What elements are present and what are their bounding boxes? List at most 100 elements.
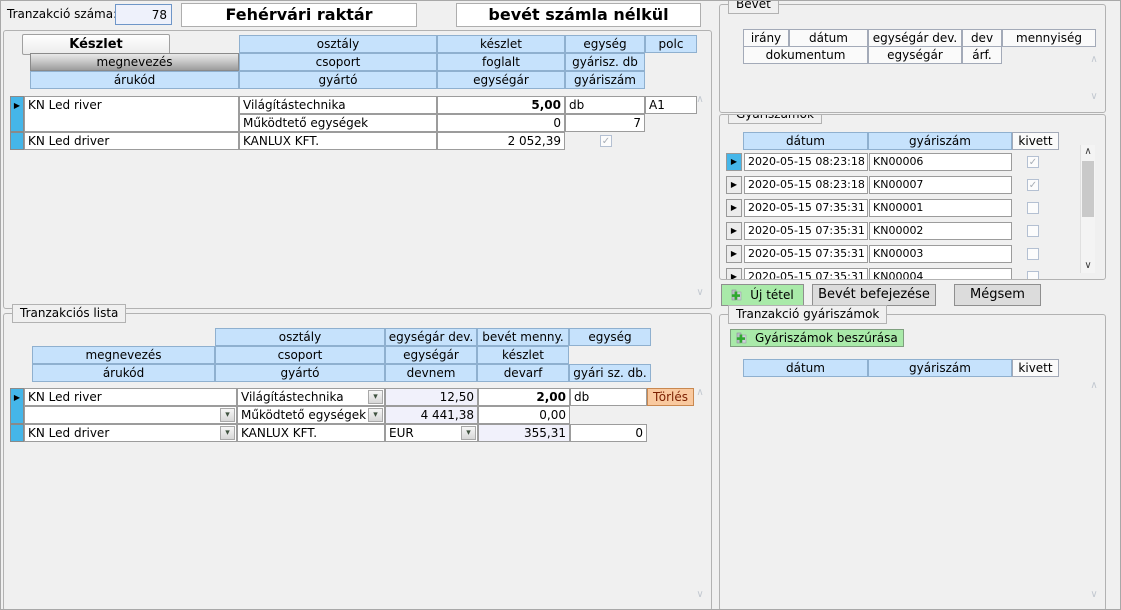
serial-number[interactable]: KN00004 <box>869 268 1012 280</box>
serial-number[interactable]: KN00003 <box>869 245 1012 263</box>
txlist-header-bevet-menny[interactable]: bevét menny. <box>477 328 569 346</box>
txlist-combo-osztaly[interactable]: Világítástechnika ▾ <box>237 388 385 406</box>
cancel-button[interactable]: Mégsem <box>954 284 1041 306</box>
stock-cell-polc[interactable]: A1 <box>645 96 697 114</box>
txlist-cell-keszlet[interactable]: 0,00 <box>478 406 570 424</box>
stock-cell-arukod[interactable]: KN Led driver <box>24 132 239 150</box>
stock-cell-foglalt[interactable]: 0 <box>437 114 565 132</box>
bevet-header-arf[interactable]: árf. <box>962 46 1002 64</box>
bevet-header-dokumentum[interactable]: dokumentum <box>743 46 868 64</box>
txlist-combo-csoport[interactable]: Működtető egységek ▾ <box>237 406 385 424</box>
serials-header-gyariszam[interactable]: gyáriszám <box>868 132 1012 150</box>
txlist-header-devnem[interactable]: devnem <box>385 364 477 382</box>
stock-header-gyarto[interactable]: gyártó <box>239 71 437 89</box>
chevron-down-icon[interactable]: ▾ <box>220 408 235 422</box>
bevet-header-egysegar-dev[interactable]: egységár dev. <box>868 29 962 47</box>
stock-header-egyseg[interactable]: egység <box>565 35 645 53</box>
txlist-combo-devnem[interactable]: EUR ▾ <box>385 424 478 442</box>
txlist-row-marker-2[interactable] <box>10 424 24 442</box>
scroll-down-icon[interactable]: ∨ <box>693 588 707 602</box>
stock-header-gyariszam[interactable]: gyáriszám <box>565 71 645 89</box>
scroll-up-icon[interactable]: ∧ <box>1087 53 1101 67</box>
chevron-down-icon[interactable]: ▾ <box>368 390 383 404</box>
stock-header-osztaly[interactable]: osztály <box>239 35 437 53</box>
txlist-cell-megnevezes[interactable]: KN Led river <box>24 388 237 406</box>
stock-header-egysegar[interactable]: egységár <box>437 71 565 89</box>
scroll-down-icon[interactable]: ∨ <box>693 286 707 300</box>
serial-datum[interactable]: 2020-05-15 08:23:18 <box>744 176 868 194</box>
kivett-checkbox[interactable] <box>1027 225 1039 237</box>
scroll-down-icon[interactable]: ∨ <box>1081 259 1095 273</box>
chevron-down-icon[interactable]: ▾ <box>461 426 476 440</box>
serial-number[interactable]: KN00007 <box>869 176 1012 194</box>
scroll-up-icon[interactable]: ∧ <box>1087 379 1101 393</box>
stock-header-gyarisz-db[interactable]: gyárisz. db <box>565 53 645 71</box>
txserials-header-gyariszam[interactable]: gyáriszám <box>868 359 1012 377</box>
finish-receipt-button[interactable]: Bevét befejezése <box>812 284 936 306</box>
row-marker-icon[interactable]: ▶ <box>726 153 742 171</box>
txlist-header-devarf[interactable]: devarf <box>477 364 569 382</box>
transaction-number-input[interactable] <box>115 4 172 25</box>
txlist-header-osztaly[interactable]: osztály <box>215 328 385 346</box>
stock-header-csoport[interactable]: csoport <box>239 53 437 71</box>
stock-header-polc[interactable]: polc <box>645 35 697 53</box>
serial-datum[interactable]: 2020-05-15 07:35:31 <box>744 199 868 217</box>
serials-header-datum[interactable]: dátum <box>743 132 868 150</box>
txlist-combo-megnevezes-2[interactable]: ▾ <box>24 406 237 424</box>
txlist-cell-egysegar-dev[interactable]: 12,50 <box>385 388 478 406</box>
serial-datum[interactable]: 2020-05-15 07:35:31 <box>744 222 868 240</box>
stock-cell-keszlet[interactable]: 5,00 <box>437 96 565 114</box>
delete-row-button[interactable]: Törlés <box>647 388 694 406</box>
serial-datum[interactable]: 2020-05-15 07:35:31 <box>744 245 868 263</box>
kivett-checkbox[interactable] <box>1027 156 1039 168</box>
bevet-header-datum[interactable]: dátum <box>789 29 868 47</box>
txlist-header-csoport[interactable]: csoport <box>215 346 385 364</box>
serial-datum[interactable]: 2020-05-15 07:35:31 <box>744 268 868 280</box>
stock-cell-egyseg[interactable]: db <box>565 96 645 114</box>
row-marker-icon[interactable]: ▶ <box>726 199 742 217</box>
txlist-header-arukod[interactable]: árukód <box>32 364 215 382</box>
chevron-down-icon[interactable]: ▾ <box>220 426 235 440</box>
insert-serials-button[interactable]: Gyáriszámok beszúrása <box>730 329 904 347</box>
stock-header-megnevezes[interactable]: megnevezés <box>30 53 239 71</box>
bevet-header-egysegar[interactable]: egységár <box>868 46 962 64</box>
txlist-header-egyseg[interactable]: egység <box>569 328 651 346</box>
stock-header-arukod[interactable]: árukód <box>30 71 239 89</box>
stock-cell-gyarto[interactable]: KANLUX KFT. <box>239 132 437 150</box>
kivett-checkbox[interactable] <box>1027 179 1039 191</box>
serial-number[interactable]: KN00002 <box>869 222 1012 240</box>
scroll-up-icon[interactable]: ∧ <box>693 93 707 107</box>
bevet-header-irany[interactable]: irány <box>743 29 789 47</box>
bevet-header-dev[interactable]: dev <box>962 29 1002 47</box>
stock-panel-button[interactable]: Készlet <box>22 34 170 55</box>
new-item-button[interactable]: Új tétel <box>721 284 804 306</box>
row-marker-icon[interactable]: ▶ <box>726 268 742 280</box>
txlist-header-egysegar[interactable]: egységár <box>385 346 477 364</box>
txlist-header-megnevezes[interactable]: megnevezés <box>32 346 215 364</box>
serial-datum[interactable]: 2020-05-15 08:23:18 <box>744 153 868 171</box>
scroll-down-icon[interactable]: ∨ <box>1087 588 1101 602</box>
txlist-header-egysegar-dev[interactable]: egységár dev. <box>385 328 477 346</box>
txlist-header-keszlet[interactable]: készlet <box>477 346 569 364</box>
stock-header-foglalt[interactable]: foglalt <box>437 53 565 71</box>
scrollbar-thumb[interactable] <box>1082 161 1094 217</box>
row-marker-icon[interactable]: ▶ <box>726 176 742 194</box>
stock-row-marker-2[interactable] <box>10 132 24 150</box>
kivett-checkbox[interactable] <box>1027 202 1039 214</box>
kivett-checkbox[interactable] <box>1027 271 1039 280</box>
txserials-header-datum[interactable]: dátum <box>743 359 868 377</box>
scroll-up-icon[interactable]: ∧ <box>693 386 707 400</box>
txlist-cell-egysegar[interactable]: 4 441,38 <box>385 406 478 424</box>
txserials-header-kivett[interactable]: kivett <box>1012 359 1059 377</box>
stock-cell-osztaly[interactable]: Világítástechnika <box>239 96 437 114</box>
row-marker-icon[interactable]: ▶ <box>726 222 742 240</box>
txlist-row-marker[interactable]: ▶ <box>10 388 24 424</box>
txlist-cell-gyari-sz-db[interactable]: 0 <box>570 424 647 442</box>
stock-cell-csoport[interactable]: Működtető egységek <box>239 114 437 132</box>
serial-number[interactable]: KN00006 <box>869 153 1012 171</box>
stock-cell-megnevezes[interactable]: KN Led river <box>24 96 239 132</box>
serials-header-kivett[interactable]: kivett <box>1012 132 1059 150</box>
txlist-cell-bevet-menny[interactable]: 2,00 <box>478 388 570 406</box>
stock-row-marker[interactable]: ▶ <box>10 96 24 132</box>
stock-cell-gyarisz-db[interactable]: 7 <box>565 114 645 132</box>
